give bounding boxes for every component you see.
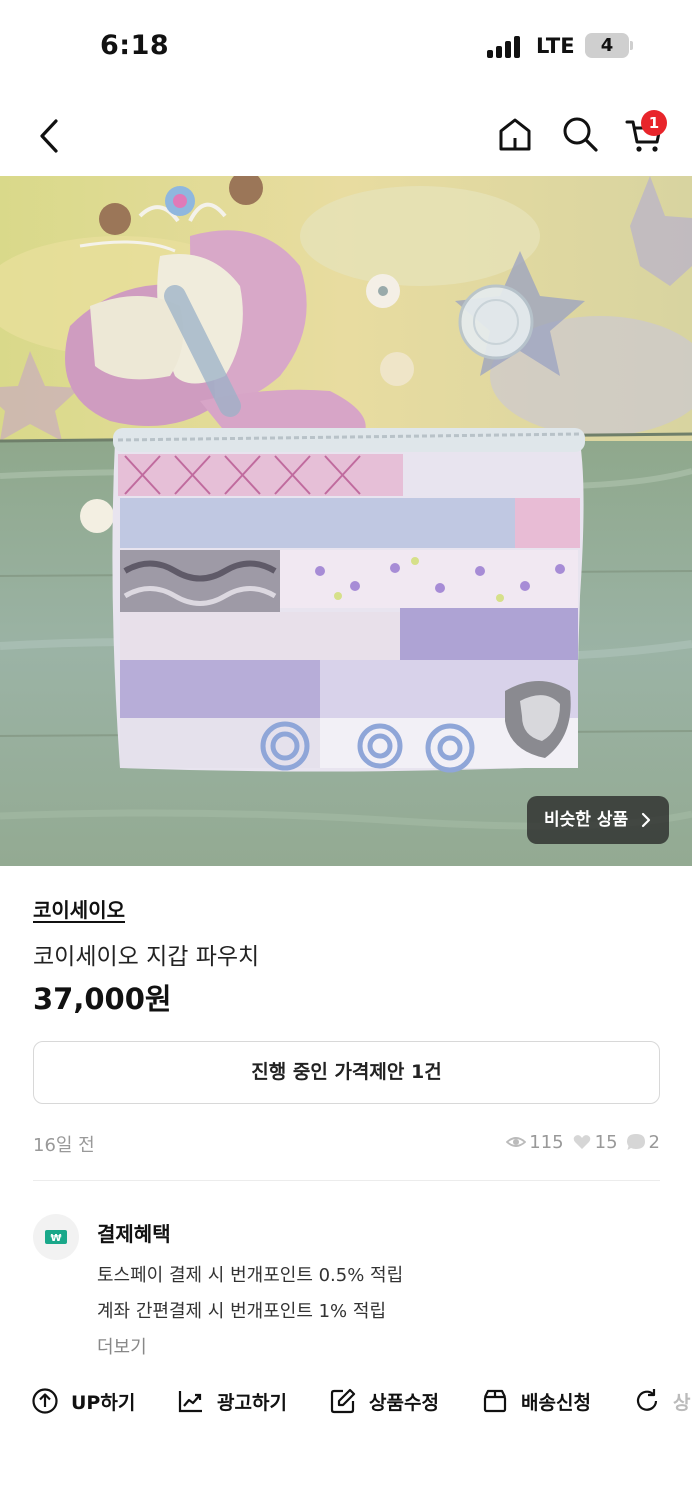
benefit-toss-pay: 토스페이 결제 시 번개포인트 0.5% 적립 [97, 1265, 404, 1286]
heart-icon [573, 1135, 590, 1149]
product-stats: 115 15 2 [506, 1130, 660, 1154]
battery-nub [630, 41, 633, 50]
top-nav [0, 96, 692, 176]
advertise-button[interactable]: 광고하기 [177, 1378, 287, 1424]
arrow-up-circle-icon [32, 1388, 58, 1414]
shipping-request-button[interactable]: 배송신청 [481, 1378, 591, 1424]
signal-icon [487, 36, 523, 58]
home-icon[interactable] [495, 114, 535, 154]
advertise-label: 광고하기 [217, 1391, 287, 1414]
product-photo [0, 176, 692, 866]
cart-badge: 1 [641, 110, 667, 136]
price-offer-button[interactable]: 진행 중인 가격제안 1건 [33, 1041, 660, 1104]
chat-bubble-icon [626, 1134, 645, 1150]
benefit-title: 결제혜택 [97, 1222, 171, 1246]
shop-name-link[interactable]: 코이세이오 [33, 894, 125, 923]
posted-time: 16일 전 [33, 1135, 95, 1156]
similar-products-button[interactable]: 비슷한 상품 [527, 796, 669, 844]
product-image[interactable] [0, 176, 692, 866]
product-title: 코이세이오 지갑 파우치 [33, 944, 260, 970]
back-arrow-icon[interactable] [28, 114, 72, 158]
edit-product-button[interactable]: 상품수정 [329, 1378, 439, 1424]
battery-icon: 4 [585, 33, 629, 58]
section-divider [33, 1180, 660, 1181]
battery-level: 4 [600, 35, 614, 56]
eye-icon [506, 1137, 527, 1147]
similar-products-label: 비슷한 상품 [544, 810, 629, 830]
svg-text:₩: ₩ [50, 1233, 61, 1244]
view-count: 115 [529, 1131, 564, 1153]
seller-actions-bar: UP하기 광고하기 상품수정 배송신청 상 [0, 1378, 692, 1424]
chevron-right-icon [641, 812, 651, 828]
refresh-label: 상 [673, 1391, 691, 1414]
status-bar: 6:18 LTE 4 [0, 0, 692, 96]
up-label: UP하기 [71, 1391, 136, 1414]
like-count: 15 [594, 1131, 618, 1153]
benefit-account-pay: 계좌 간편결제 시 번개포인트 1% 적립 [97, 1301, 387, 1322]
network-label: LTE [536, 34, 575, 58]
payment-benefit-icon: ₩ [33, 1214, 79, 1260]
product-price: 37,000원 [33, 982, 172, 1016]
edit-product-label: 상품수정 [369, 1391, 439, 1414]
up-button[interactable]: UP하기 [31, 1378, 135, 1424]
shipping-request-label: 배송신청 [521, 1391, 591, 1414]
box-icon [483, 1389, 507, 1413]
trend-chart-icon [178, 1391, 202, 1413]
refresh-icon [636, 1389, 658, 1411]
more-link[interactable]: 더보기 [97, 1333, 147, 1359]
edit-icon [330, 1388, 356, 1414]
search-icon[interactable] [560, 114, 600, 154]
status-time: 6:18 [100, 30, 170, 61]
chat-count: 2 [648, 1131, 660, 1153]
refresh-button[interactable]: 상 [633, 1378, 690, 1424]
